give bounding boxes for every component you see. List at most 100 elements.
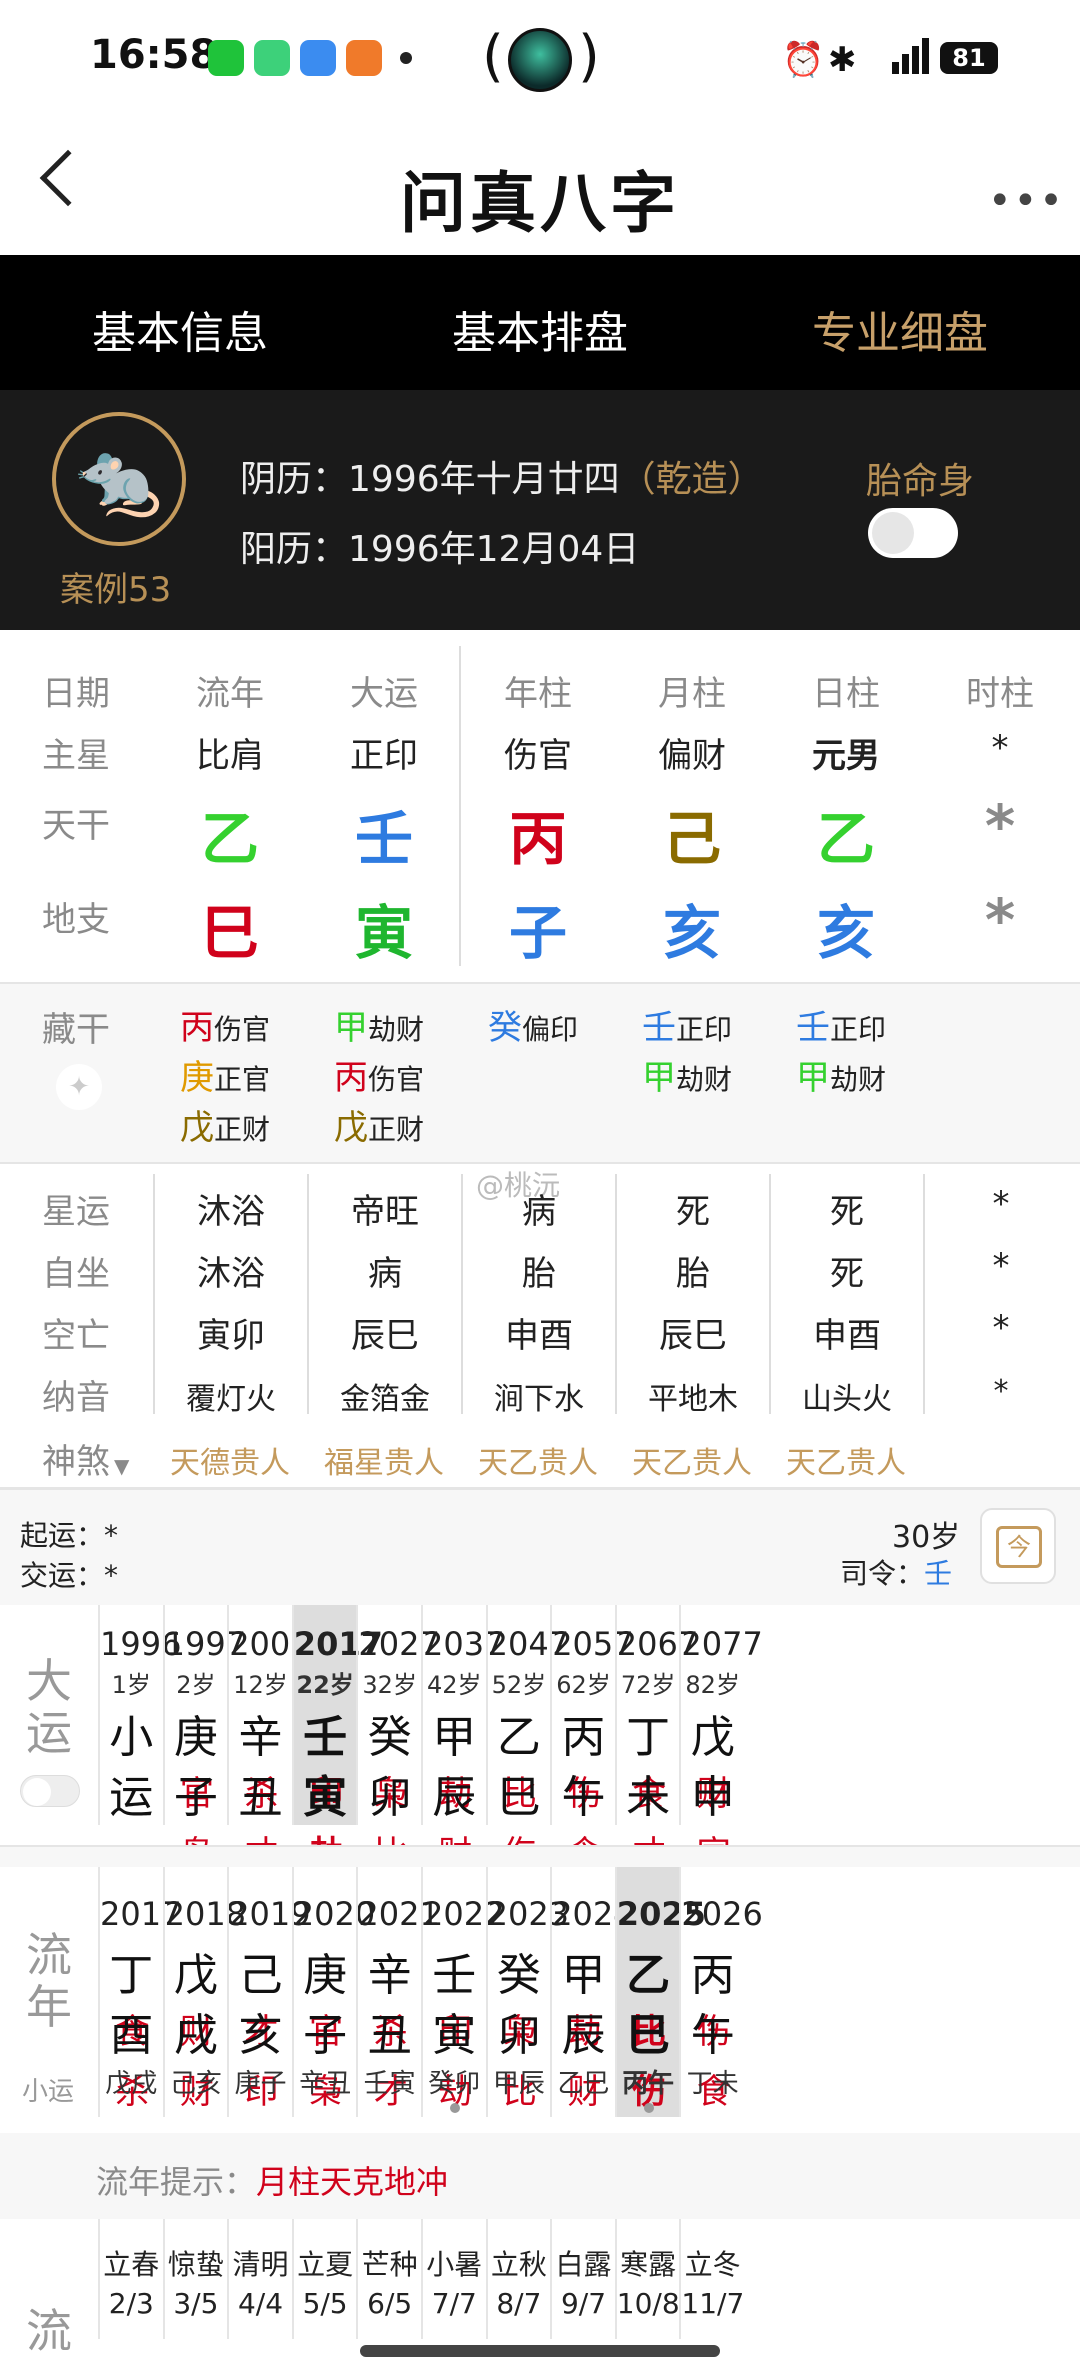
liunian-column[interactable]: 2026 丙伤 午食 丁未 [679, 1867, 763, 2117]
liunian-column[interactable]: 2025 乙比 巳伤 丙午 [614, 1867, 706, 2117]
heavenly-stem: 乙 [816, 805, 875, 873]
liunian-column[interactable]: 2018 戊财 戌财 己亥 [162, 1867, 246, 2117]
dayun-age: 52岁 [491, 1671, 547, 1699]
solar-term-column[interactable]: 白露 9/7 [550, 2219, 615, 2339]
solar-term-name: 白露 [555, 2248, 612, 2281]
solar-term-column[interactable]: 立秋 8/7 [485, 2219, 551, 2339]
solar-term-column[interactable]: 立冬 11/7 [679, 2219, 744, 2339]
solar-term-date: 10/8 [616, 2287, 680, 2320]
dayun-column[interactable]: 206772岁丁食未才 [614, 1605, 698, 1874]
siling-label: 司令： [840, 1557, 925, 1590]
liunian-column[interactable]: 2019 己才 亥印 庚子 [227, 1867, 311, 2117]
xiaoyun-ganzhi: 癸卯 [428, 2069, 481, 2099]
solar-term-date: 3/5 [173, 2287, 219, 2320]
dayun-column[interactable]: 201722岁壬印寅劫 [291, 1605, 383, 1874]
solar-term-name: 惊蛰 [167, 2248, 224, 2281]
liunian-column[interactable]: 2021 辛杀 丑才 壬寅 [356, 1867, 440, 2117]
dayun-column[interactable]: 202732岁癸枭卯比 [356, 1605, 440, 1874]
main-star: 正印 [350, 736, 418, 776]
solar-term-name: 立冬 [684, 2248, 741, 2281]
wechat-icon [208, 40, 244, 76]
solar-term-name: 立秋 [490, 2248, 547, 2281]
more-icon[interactable]: ••• [988, 178, 1065, 224]
header-day: 日柱 [812, 674, 880, 714]
hidden-stem: 戊 [180, 1108, 214, 1148]
dayun-year: 1997 [164, 1625, 247, 1663]
kongwang-cell: 申酉 [813, 1316, 881, 1356]
liunian-year: 2017 [100, 1895, 182, 1933]
dayun-year: 1996 [100, 1625, 182, 1663]
dayun-column[interactable]: 204752岁乙比巳伤 [485, 1605, 569, 1874]
solar-term-column[interactable]: 小暑 7/7 [421, 2219, 486, 2339]
liunian-column[interactable]: 2017 丁食 酉杀 戊戌 [98, 1867, 182, 2117]
header-dayun: 大运 [350, 674, 418, 714]
heavenly-stem: 壬 [354, 805, 413, 873]
dayun-column[interactable]: 19972岁庚官子枭 [162, 1605, 247, 1874]
dayun-branch: 运 [109, 1772, 154, 1823]
row-label-branch: 地支 [42, 900, 110, 940]
solar-term-date: 7/7 [431, 2287, 477, 2320]
dayun-age: 12岁 [233, 1671, 288, 1699]
dayun-column[interactable]: 200712岁辛杀丑才 [227, 1605, 311, 1874]
dayun-age: 42岁 [427, 1671, 482, 1699]
heavenly-stem: 乙 [200, 805, 259, 873]
ten-god: 正财 [368, 1113, 425, 1146]
solar-term-column[interactable]: 芒种 6/5 [356, 2219, 421, 2339]
tab-basic-chart[interactable]: 基本排盘 [452, 297, 628, 361]
earthly-branch: 寅 [354, 899, 413, 967]
liunian-column[interactable]: 2024 甲劫 辰财 乙巳 [550, 1867, 634, 2117]
dayun-column[interactable]: 1996 1岁小运 [98, 1605, 182, 1825]
hidden-stem: 戊 [334, 1108, 368, 1148]
liunian-column[interactable]: 2023 癸枭 卯比 甲辰 [485, 1867, 569, 2117]
row-label-nayin: 纳音 [42, 1378, 110, 1418]
solar-term-name: 小暑 [426, 2248, 483, 2281]
heavenly-stem: 丙 [508, 805, 567, 873]
toggle-label: 胎命身 [866, 461, 975, 502]
liunian-column[interactable]: 2020 庚官 子枭 辛丑 [291, 1867, 375, 2117]
siling-value: 壬 [924, 1557, 953, 1590]
solar-value: 1996年12月04日 [348, 529, 640, 570]
hidden-stem: 甲 [334, 1008, 368, 1048]
heavenly-stem: * [984, 792, 1016, 860]
solar-term-column[interactable]: 清明 4/4 [227, 2219, 292, 2339]
alarm-icon: ⏰ [782, 40, 825, 80]
main-star: 比肩 [196, 736, 264, 776]
solar-term-date: 5/5 [302, 2287, 348, 2320]
nayin-cell: 平地木 [648, 1382, 738, 1417]
solar-term-column[interactable]: 惊蛰 3/5 [162, 2219, 228, 2339]
shensha-item: 天乙贵人 [786, 1446, 906, 1481]
solar-term-date: 6/5 [367, 2287, 413, 2320]
liunian-column[interactable]: 2022 壬印 寅劫 癸卯 [421, 1867, 504, 2117]
xingyun-cell: 死 [676, 1192, 710, 1232]
dayun-toggle[interactable] [20, 1775, 80, 1807]
camera-island [508, 28, 572, 92]
dayun-age: 62岁 [556, 1671, 611, 1699]
hint-label: 流年提示： [96, 2163, 257, 2201]
main-star: 元男 [812, 736, 880, 776]
solar-term-column[interactable]: 立春 2/3 [98, 2219, 163, 2339]
shensha-dropdown[interactable]: 神煞 ▼ [42, 1434, 129, 1483]
tab-basic-info[interactable]: 基本信息 [92, 297, 268, 361]
today-button[interactable]: 今 [980, 1508, 1056, 1584]
lunar-label: 阴历： [240, 459, 349, 500]
heavenly-stem: 己 [662, 805, 721, 873]
solar-term-column[interactable]: 寒露 10/8 [614, 2219, 680, 2339]
taimingshen-toggle[interactable] [868, 508, 958, 558]
xiaoyun-ganzhi: 丙午 [622, 2069, 675, 2099]
nayin-cell: 覆灯火 [186, 1382, 276, 1417]
kongwang-cell: 辰巳 [351, 1316, 419, 1356]
divider [0, 1845, 1080, 1867]
liunian-year: 2024 [552, 1895, 634, 1933]
pin-icon[interactable]: ✦ [56, 1064, 102, 1110]
dayun-column[interactable]: 203742岁甲劫辰财 [421, 1605, 504, 1874]
solar-term-column[interactable]: 立夏 5/5 [291, 2219, 357, 2339]
tab-pro-chart[interactable]: 专业细盘 [812, 297, 988, 361]
dayun-column[interactable]: 205762岁丙伤午食 [550, 1605, 634, 1874]
solar-terms-label: 流 [26, 2304, 72, 2358]
earthly-branch: 巳 [200, 899, 259, 967]
home-indicator[interactable] [360, 2345, 720, 2357]
solar-label: 阳历： [240, 529, 349, 570]
luck-info: 起运：* 交运：* 30岁 司令：壬 今 [0, 1487, 1080, 1605]
dayun-column[interactable]: 207782岁戊财申官 [679, 1605, 763, 1874]
dayun-age: 22岁 [296, 1671, 354, 1699]
